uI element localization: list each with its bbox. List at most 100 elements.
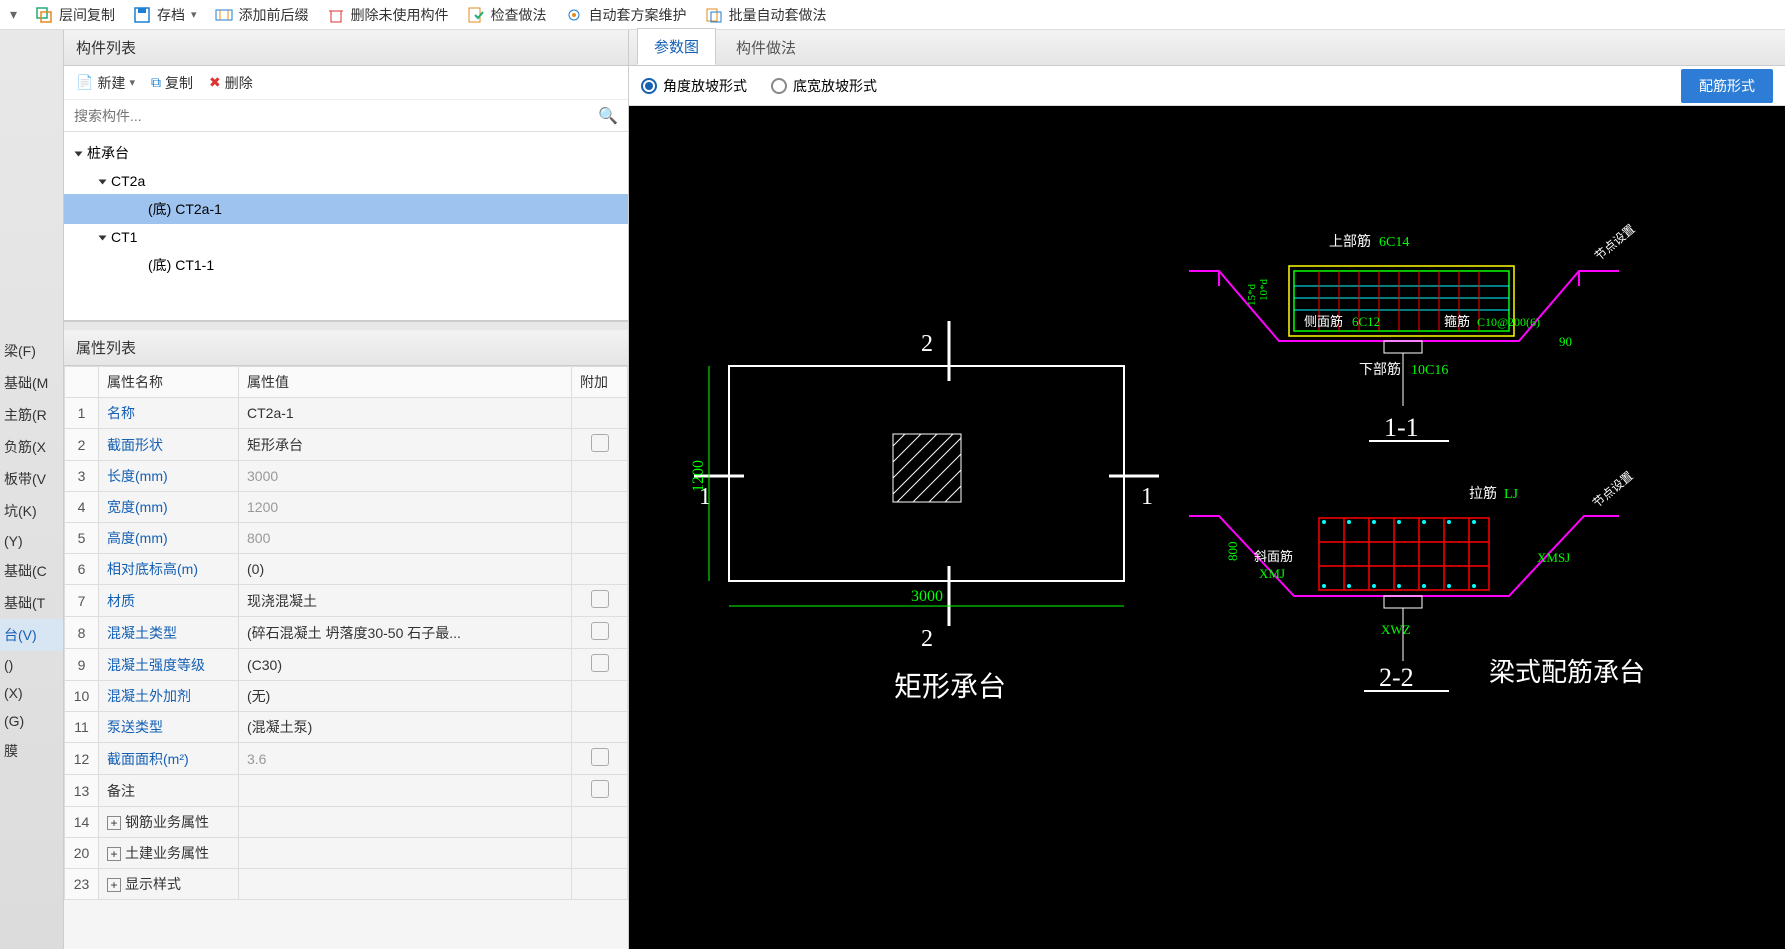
prop-extra-cell[interactable] [572, 461, 628, 492]
prop-value[interactable]: (0) [239, 554, 572, 585]
dropdown-marker[interactable]: ▾ [10, 6, 17, 23]
property-row[interactable]: 10混凝土外加剂(无) [65, 681, 628, 712]
prop-extra-cell[interactable] [572, 492, 628, 523]
prop-extra-cell[interactable] [572, 838, 628, 869]
left-nav-item[interactable]: 板带(V [0, 463, 63, 495]
tree-node[interactable]: CT2a [64, 168, 628, 194]
property-row[interactable]: 9混凝土强度等级(C30) [65, 649, 628, 681]
left-nav-item[interactable]: (G) [0, 707, 63, 735]
prop-extra-cell[interactable] [572, 681, 628, 712]
toolbar-layer-copy[interactable]: 层间复制 [35, 5, 115, 25]
checkbox[interactable] [591, 654, 609, 672]
prop-extra-cell[interactable] [572, 554, 628, 585]
left-nav-item[interactable]: () [0, 651, 63, 679]
left-nav-item[interactable]: 负筋(X [0, 431, 63, 463]
property-row[interactable]: 12截面面积(m²)3.6 [65, 743, 628, 775]
prop-extra-cell[interactable] [572, 523, 628, 554]
row-number: 5 [65, 523, 99, 554]
property-row[interactable]: 14+钢筋业务属性 [65, 807, 628, 838]
left-nav-item[interactable]: (X) [0, 679, 63, 707]
prop-value[interactable] [239, 869, 572, 900]
tab-param-diagram[interactable]: 参数图 [637, 28, 716, 65]
chevron-down-icon: ▾ [129, 76, 135, 89]
property-row[interactable]: 11泵送类型(混凝土泵) [65, 712, 628, 743]
prop-extra-cell[interactable] [572, 743, 628, 775]
prop-extra-cell[interactable] [572, 807, 628, 838]
left-nav-item[interactable]: 基础(M [0, 367, 63, 399]
prop-value[interactable] [239, 838, 572, 869]
prop-extra-cell[interactable] [572, 869, 628, 900]
toolbar-delete-unused[interactable]: 删除未使用构件 [327, 5, 449, 25]
prop-value[interactable] [239, 807, 572, 838]
prop-extra-cell[interactable] [572, 712, 628, 743]
property-row[interactable]: 4宽度(mm)1200 [65, 492, 628, 523]
tree-node[interactable]: 桩承台 [64, 138, 628, 168]
property-row[interactable]: 13备注 [65, 775, 628, 807]
checkbox[interactable] [591, 590, 609, 608]
toolbar-batch-auto[interactable]: 批量自动套做法 [705, 5, 827, 25]
left-nav-item[interactable]: 基础(C [0, 555, 63, 587]
search-icon[interactable]: 🔍 [598, 106, 618, 126]
left-nav-item[interactable]: 主筋(R [0, 399, 63, 431]
toolbar-archive[interactable]: 存档▾ [133, 5, 197, 25]
left-nav-item[interactable]: 台(V) [0, 619, 63, 651]
tree-node[interactable]: (底) CT1-1 [64, 250, 628, 280]
toolbar-auto-scheme[interactable]: 自动套方案维护 [565, 5, 687, 25]
rebar-form-button[interactable]: 配筋形式 [1681, 69, 1773, 103]
cad-canvas[interactable]: 2 2 1 1 [629, 106, 1785, 949]
new-button[interactable]: 📄新建▾ [76, 73, 135, 93]
prop-extra-cell[interactable] [572, 617, 628, 649]
property-row[interactable]: 8混凝土类型(碎石混凝土 坍落度30-50 石子最... [65, 617, 628, 649]
left-nav-item[interactable]: 坑(K) [0, 495, 63, 527]
expand-icon[interactable]: + [107, 816, 121, 830]
property-row[interactable]: 7材质现浇混凝土 [65, 585, 628, 617]
radio-angle-slope[interactable]: 角度放坡形式 [641, 76, 747, 96]
prop-value[interactable]: 矩形承台 [239, 429, 572, 461]
search-input[interactable] [74, 108, 598, 124]
property-row[interactable]: 6相对底标高(m)(0) [65, 554, 628, 585]
prop-value[interactable]: (碎石混凝土 坍落度30-50 石子最... [239, 617, 572, 649]
prop-value[interactable]: 1200 [239, 492, 572, 523]
expand-icon[interactable]: + [107, 847, 121, 861]
prop-value[interactable]: 800 [239, 523, 572, 554]
property-row[interactable]: 3长度(mm)3000 [65, 461, 628, 492]
delete-button[interactable]: ✖删除 [209, 73, 253, 93]
property-row[interactable]: 23+显示样式 [65, 869, 628, 900]
copy-button[interactable]: ⧉复制 [151, 73, 193, 93]
prop-value[interactable]: 3.6 [239, 743, 572, 775]
prop-value[interactable]: 3000 [239, 461, 572, 492]
property-row[interactable]: 5高度(mm)800 [65, 523, 628, 554]
toolbar-check-method[interactable]: 检查做法 [467, 5, 547, 25]
prop-value[interactable]: CT2a-1 [239, 398, 572, 429]
left-nav-item[interactable]: 梁(F) [0, 335, 63, 367]
property-row[interactable]: 1名称CT2a-1 [65, 398, 628, 429]
caret-icon [75, 152, 83, 157]
prop-value[interactable]: (无) [239, 681, 572, 712]
left-nav-item[interactable]: (Y) [0, 527, 63, 555]
tree-node[interactable]: (底) CT2a-1 [64, 194, 628, 224]
checkbox[interactable] [591, 748, 609, 766]
checkbox[interactable] [591, 780, 609, 798]
component-tree[interactable]: 桩承台CT2a(底) CT2a-1CT1(底) CT1-1 [64, 132, 628, 322]
prop-extra-cell[interactable] [572, 585, 628, 617]
expand-icon[interactable]: + [107, 878, 121, 892]
prop-value[interactable]: (C30) [239, 649, 572, 681]
tab-component-method[interactable]: 构件做法 [720, 30, 812, 65]
checkbox[interactable] [591, 434, 609, 452]
prop-value[interactable] [239, 775, 572, 807]
checkbox[interactable] [591, 622, 609, 640]
property-row[interactable]: 20+土建业务属性 [65, 838, 628, 869]
prop-value[interactable]: 现浇混凝土 [239, 585, 572, 617]
prop-extra-cell[interactable] [572, 649, 628, 681]
left-nav-item[interactable]: 膜 [0, 735, 63, 767]
tree-node[interactable]: CT1 [64, 224, 628, 250]
radio-width-slope[interactable]: 底宽放坡形式 [771, 76, 877, 96]
prop-extra-cell[interactable] [572, 775, 628, 807]
prop-extra-cell[interactable] [572, 398, 628, 429]
toolbar-add-prefix-suffix[interactable]: 添加前后缀 [215, 5, 309, 25]
prop-value[interactable]: (混凝土泵) [239, 712, 572, 743]
prop-name: 混凝土外加剂 [107, 688, 191, 704]
property-row[interactable]: 2截面形状矩形承台 [65, 429, 628, 461]
prop-extra-cell[interactable] [572, 429, 628, 461]
left-nav-item[interactable]: 基础(T [0, 587, 63, 619]
